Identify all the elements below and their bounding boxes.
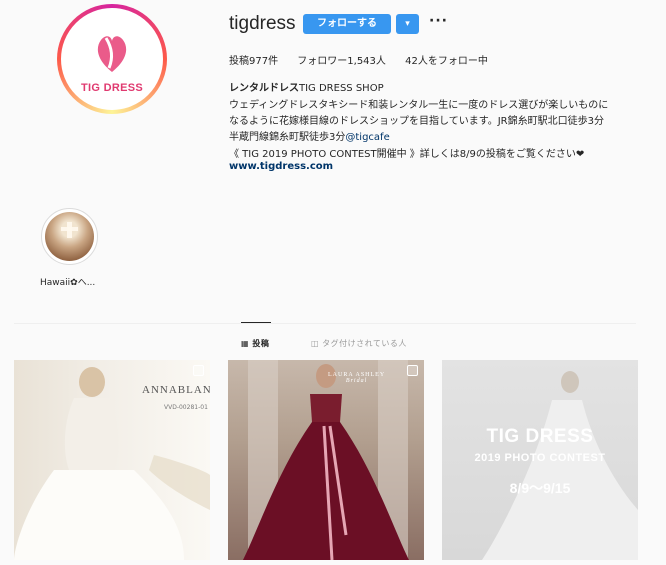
contest-subtitle: 2019 PHOTO CONTEST [474,452,606,464]
active-tab-indicator [241,322,271,323]
contest-title: TIG DRESS [486,426,594,447]
post-brand-sub: Bridal [345,378,368,384]
bio-line-3-text: 半蔵門線錦糸町駅徒歩3分 [229,132,346,143]
bio-name: レンタルドレスTIG DRESS SHOP [229,79,384,94]
bio-line-4: 《 TIG 2019 PHOTO CONTEST開催中 》詳しくは8/9の投稿を… [229,149,585,160]
followers-count[interactable]: フォロワー1,543人 [297,56,386,67]
bio-line-1: ウェディングドレスタキシード和装レンタル一生に一度のドレス選びが楽しいものに [229,100,609,111]
website-link[interactable]: www.tigdress.com [229,161,333,172]
bio-line-2: なるように花嫁様目線のドレスショップを目指しています。JR錦糸町駅北口徒歩3分 [229,116,604,127]
post-thumbnail[interactable]: ANNABLANCA VVD-00281-01 [14,360,210,560]
bio-name-rest: TIG DRESS SHOP [299,83,384,94]
follow-button[interactable]: フォローする [303,14,391,34]
select-checkbox[interactable] [193,365,204,376]
bio-line-3: 半蔵門線錦糸町駅徒歩3分@tigcafe [229,128,390,143]
select-checkbox[interactable] [407,365,418,376]
tab-posts[interactable]: ▦ 投稿 [241,338,269,349]
post-thumbnail[interactable]: TIG DRESS 2019 PHOTO CONTEST 8/9～9/15 [442,360,638,560]
bio-name-bold: レンタルドレス [229,83,299,94]
post-brand-label: LAURA ASHLEY Bridal [328,372,385,384]
avatar-logo-text: TIG DRESS [81,82,143,94]
contest-date: 8/9～9/15 [509,480,571,496]
posts-count: 投稿977件 [229,56,279,67]
avatar[interactable]: TIG DRESS [61,8,163,110]
bio-mention-link[interactable]: @tigcafe [345,132,389,143]
post-thumbnail[interactable]: LAURA ASHLEY Bridal [228,360,424,560]
burgundy-dress-photo-icon [243,360,409,560]
post-code-label: VVD-00281-01 [164,404,208,411]
more-options-button[interactable]: ··· [429,13,448,29]
tab-tagged[interactable]: ◫ タグ付けされている人 [311,338,407,349]
chapel-icon [61,222,78,238]
highlight-label[interactable]: Hawaii✿へ... [40,275,95,288]
profile-stats: 投稿977件 フォロワー1,543人 42人をフォロー中 [229,52,504,67]
heart-logo-icon [97,36,127,72]
follow-dropdown-button[interactable]: ▾ [396,14,419,34]
profile-username: tigdress [229,13,296,34]
tabs-divider [14,323,636,324]
highlight-thumbnail[interactable] [45,212,94,261]
following-count[interactable]: 42人をフォロー中 [405,56,488,67]
post-brand-label: ANNABLANCA [142,384,210,396]
